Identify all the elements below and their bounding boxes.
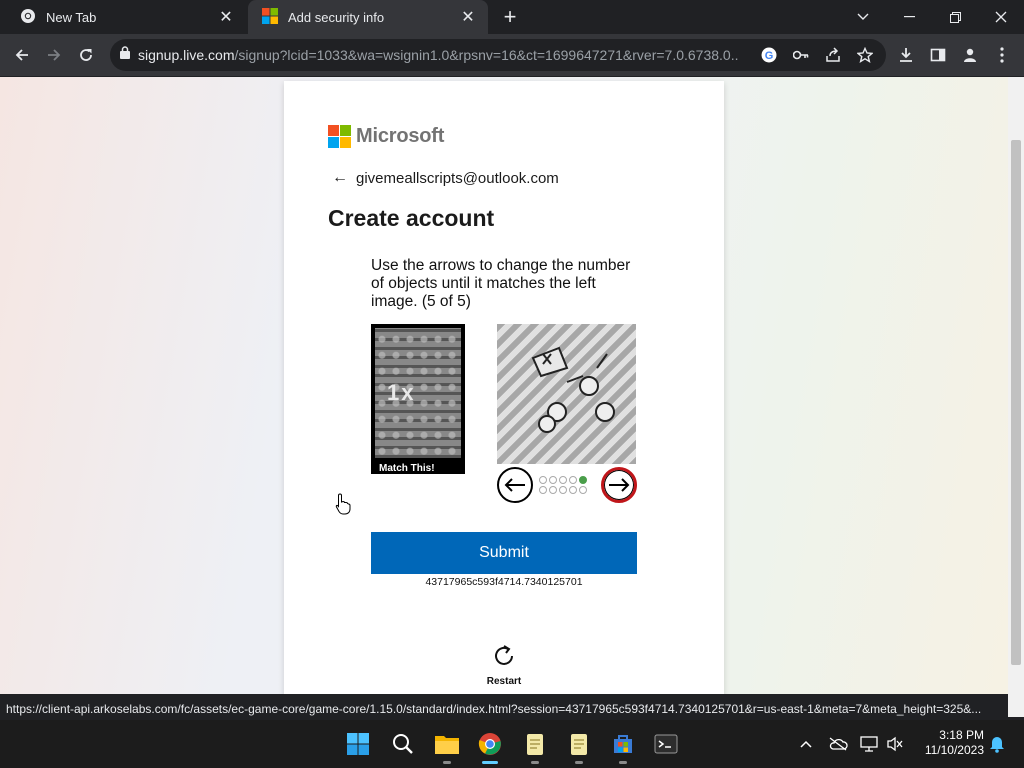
progress-dot — [549, 476, 557, 484]
next-arrow-button[interactable] — [601, 467, 637, 503]
side-panel-icon[interactable] — [924, 41, 952, 69]
page-viewport: Microsoft ← givemeallscripts@outlook.com… — [0, 77, 1008, 694]
back-icon[interactable] — [8, 41, 36, 69]
hand-cursor-icon — [335, 493, 351, 520]
session-id: 43717965c593f4714.7340125701 — [425, 576, 583, 588]
brand-name: Microsoft — [356, 125, 445, 147]
network-icon[interactable] — [858, 734, 880, 754]
address-bar[interactable]: signup.live.com/signup?lcid=1033&wa=wsig… — [110, 39, 886, 71]
browser-toolbar: signup.live.com/signup?lcid=1033&wa=wsig… — [0, 34, 1024, 76]
progress-dot — [539, 486, 547, 494]
lock-icon[interactable] — [120, 46, 130, 64]
notification-bell-icon[interactable] — [986, 734, 1008, 754]
forward-icon[interactable] — [40, 41, 68, 69]
close-tab-icon[interactable]: ✕ — [458, 7, 478, 27]
menu-kebab-icon[interactable] — [988, 41, 1016, 69]
file-explorer-icon[interactable] — [431, 728, 463, 764]
progress-dot — [559, 476, 567, 484]
identity-banner[interactable]: ← givemeallscripts@outlook.com — [332, 169, 559, 187]
scrollbar-thumb[interactable] — [1011, 140, 1021, 665]
identity-email: givemeallscripts@outlook.com — [356, 169, 559, 187]
share-icon[interactable] — [824, 46, 842, 64]
tab-new-tab[interactable]: New Tab ✕ — [6, 0, 246, 34]
progress-dot — [579, 486, 587, 494]
previous-arrow-button[interactable] — [497, 467, 533, 503]
svg-text:G: G — [765, 50, 774, 62]
signup-card: Microsoft ← givemeallscripts@outlook.com… — [284, 81, 724, 694]
search-icon[interactable] — [387, 728, 419, 760]
onedrive-icon[interactable] — [827, 734, 849, 754]
terminal-icon[interactable] — [650, 728, 682, 760]
windows-taskbar: 3:18 PM 11/10/2023 — [0, 720, 1024, 768]
target-glyph: 1x — [387, 380, 416, 405]
volume-muted-icon[interactable] — [884, 734, 906, 754]
restart-label: Restart — [486, 676, 522, 687]
minimize-button[interactable] — [886, 0, 932, 34]
target-image: 1x Match This! — [371, 324, 465, 474]
progress-dot — [539, 476, 547, 484]
notepad-icon[interactable] — [519, 728, 551, 764]
tab-search-icon[interactable] — [840, 0, 886, 34]
reload-icon[interactable] — [72, 41, 100, 69]
clock-time: 3:18 PM — [939, 728, 984, 742]
progress-dot — [579, 476, 587, 484]
restore-button[interactable] — [932, 0, 978, 34]
target-caption: Match This! — [379, 463, 435, 474]
chevron-up-icon[interactable] — [795, 734, 817, 754]
page-title: Create account — [328, 205, 495, 231]
puzzle-instruction: Use the arrows to change the number of o… — [371, 257, 631, 310]
progress-dot — [559, 486, 567, 494]
status-url-bubble: https://client-api.arkoselabs.com/fc/ass… — [0, 700, 992, 719]
key-icon[interactable] — [792, 46, 810, 64]
download-icon[interactable] — [892, 41, 920, 69]
progress-dots — [539, 476, 591, 494]
progress-dot — [549, 486, 557, 494]
clock-date: 11/10/2023 — [924, 743, 984, 757]
bookmark-star-icon[interactable] — [856, 46, 874, 64]
microsoft-icon — [328, 125, 351, 148]
tab-add-security-info[interactable]: Add security info ✕ — [248, 0, 488, 34]
start-icon[interactable] — [342, 728, 374, 760]
close-tab-icon[interactable]: ✕ — [216, 7, 236, 27]
submit-button[interactable]: Submit — [371, 532, 637, 574]
back-arrow-icon[interactable]: ← — [332, 169, 348, 187]
tab-title: Add security info — [288, 9, 385, 25]
progress-dot — [569, 476, 577, 484]
store-icon[interactable] — [607, 728, 639, 764]
microsoft-logo: Microsoft — [328, 125, 444, 148]
close-window-button[interactable] — [978, 0, 1024, 34]
new-tab-button[interactable]: + — [498, 5, 522, 29]
puzzle-objects — [531, 346, 615, 433]
tab-title: New Tab — [46, 9, 97, 25]
google-icon[interactable]: G — [760, 46, 778, 64]
chrome-icon[interactable] — [474, 728, 506, 764]
answer-image — [497, 324, 636, 464]
restart-button[interactable]: Restart — [474, 643, 534, 687]
microsoft-icon — [262, 7, 278, 27]
profile-icon[interactable] — [956, 41, 984, 69]
chrome-icon — [20, 8, 36, 27]
restart-icon — [495, 645, 513, 665]
progress-dot — [569, 486, 577, 494]
system-clock[interactable]: 3:18 PM 11/10/2023 — [914, 728, 984, 758]
notepad-icon[interactable] — [563, 728, 595, 764]
url-text: signup.live.com/signup?lcid=1033&wa=wsig… — [138, 47, 738, 63]
tab-strip: New Tab ✕ Add security info ✕ + — [0, 0, 1024, 34]
